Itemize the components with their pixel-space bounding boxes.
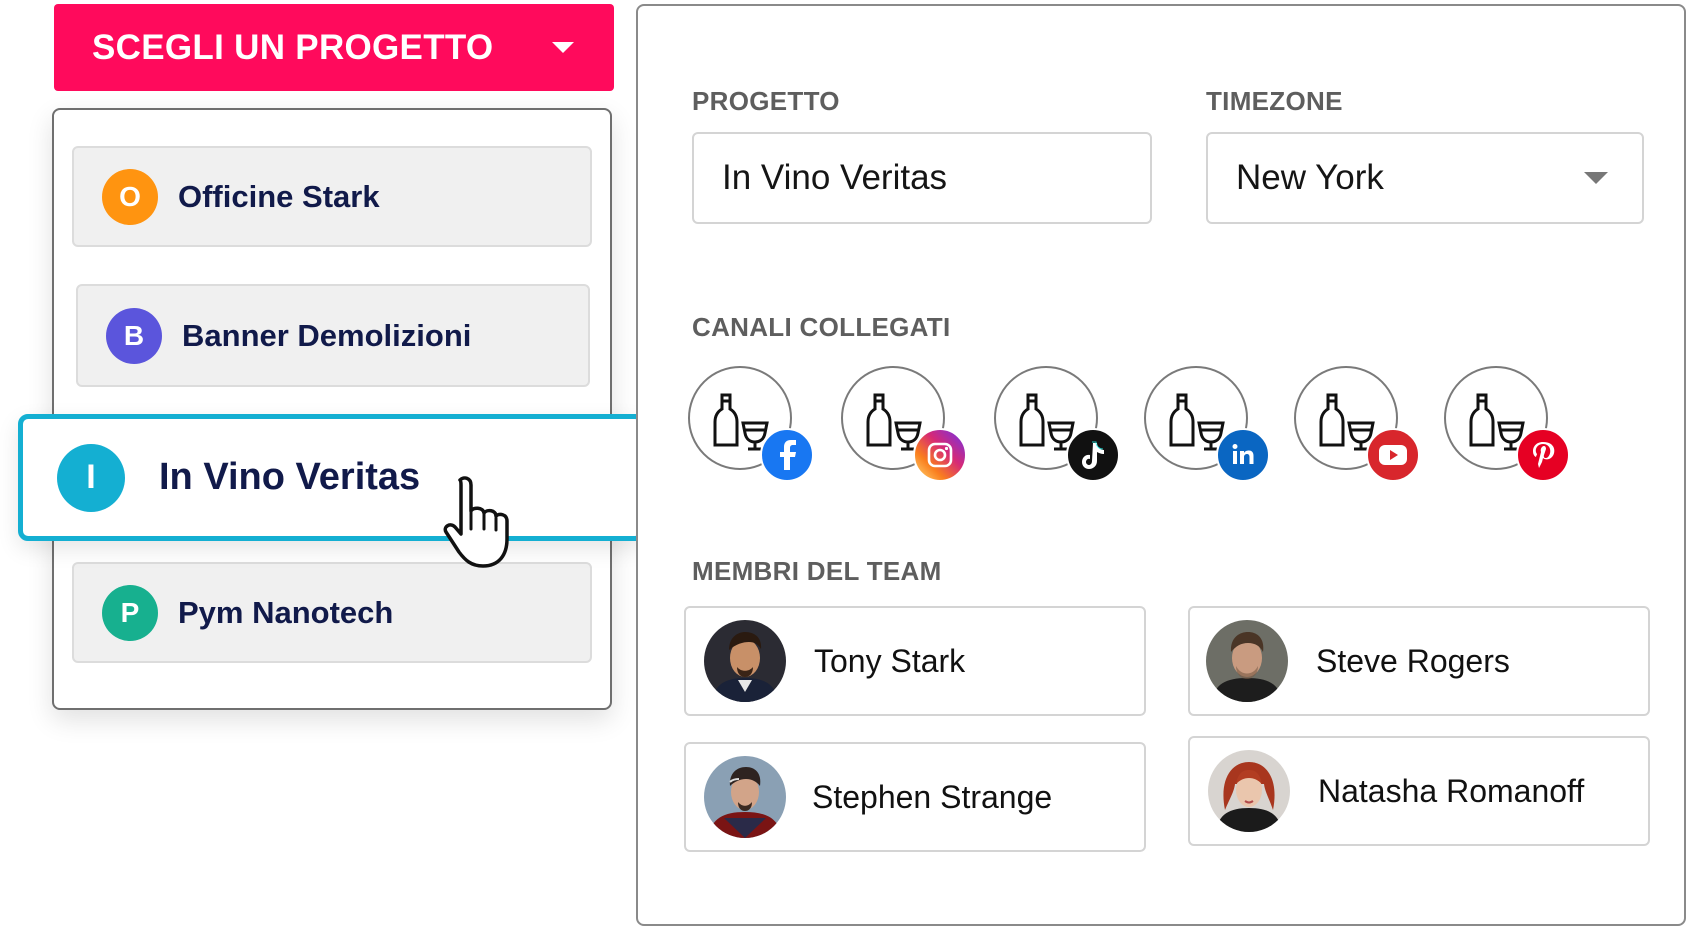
instagram-icon: [913, 428, 967, 482]
project-name-input[interactable]: In Vino Veritas: [692, 132, 1152, 224]
channel-pinterest[interactable]: [1444, 366, 1574, 484]
pinterest-icon: [1516, 428, 1570, 482]
timezone-value: New York: [1236, 158, 1384, 197]
project-item-pym-nanotech[interactable]: P Pym Nanotech: [72, 562, 592, 663]
avatar: [1206, 620, 1288, 702]
project-name: Pym Nanotech: [178, 594, 394, 630]
project-avatar: P: [102, 584, 158, 641]
team-member-stephen-strange[interactable]: Stephen Strange: [684, 742, 1146, 852]
youtube-icon: [1366, 428, 1420, 482]
channels-label: CANALI COLLEGATI: [692, 312, 951, 342]
channel-youtube[interactable]: [1294, 366, 1424, 484]
member-name: Natasha Romanoff: [1318, 772, 1585, 809]
caret-down-icon: [1584, 172, 1608, 184]
project-name: Banner Demolizioni: [182, 317, 472, 353]
channel-facebook[interactable]: [688, 366, 818, 484]
choose-project-label: SCEGLI UN PROGETTO: [92, 27, 494, 67]
channel-tiktok[interactable]: [994, 366, 1124, 484]
project-avatar: I: [57, 443, 125, 512]
timezone-label: TIMEZONE: [1206, 86, 1343, 116]
member-name: Tony Stark: [814, 642, 966, 679]
member-name: Stephen Strange: [812, 778, 1053, 815]
team-member-natasha-romanoff[interactable]: Natasha Romanoff: [1188, 736, 1650, 846]
member-name: Steve Rogers: [1316, 642, 1510, 679]
timezone-select[interactable]: New York: [1206, 132, 1644, 224]
project-item-officine-stark[interactable]: O Officine Stark: [72, 146, 592, 247]
project-avatar: B: [106, 307, 162, 364]
avatar: [1208, 750, 1290, 832]
linkedin-icon: [1216, 428, 1270, 482]
choose-project-button[interactable]: SCEGLI UN PROGETTO: [54, 4, 614, 91]
caret-down-icon: [552, 42, 574, 53]
avatar: [704, 620, 786, 702]
channel-linkedin[interactable]: [1144, 366, 1274, 484]
project-avatar: O: [102, 168, 158, 225]
project-panel: PROGETTO In Vino Veritas TIMEZONE New Yo…: [636, 4, 1686, 926]
avatar: [704, 756, 786, 838]
project-item-banner-demolizioni[interactable]: B Banner Demolizioni: [76, 284, 590, 387]
tiktok-icon: [1066, 428, 1120, 482]
team-member-steve-rogers[interactable]: Steve Rogers: [1188, 606, 1650, 716]
project-name: Officine Stark: [178, 178, 380, 214]
channel-instagram[interactable]: [841, 366, 971, 484]
project-name: In Vino Veritas: [159, 456, 421, 498]
team-member-tony-stark[interactable]: Tony Stark: [684, 606, 1146, 716]
facebook-icon: [760, 428, 814, 482]
project-name-value: In Vino Veritas: [722, 158, 948, 197]
team-label: MEMBRI DEL TEAM: [692, 556, 942, 586]
project-label: PROGETTO: [692, 86, 840, 116]
project-dropdown: O Officine Stark B Banner Demolizioni P …: [52, 108, 612, 710]
project-item-in-vino-veritas[interactable]: I In Vino Veritas: [18, 414, 645, 541]
